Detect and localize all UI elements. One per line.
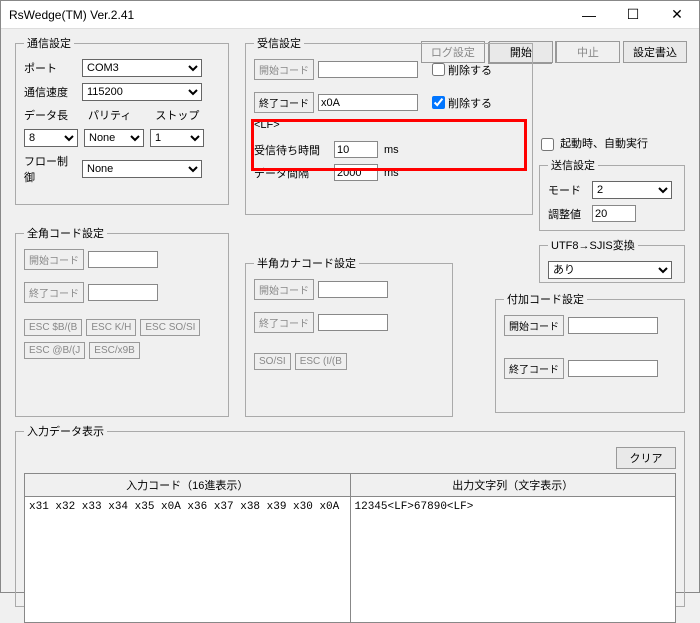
intv-label: データ間隔 [254, 165, 330, 181]
col1-header: 入力コード（16進表示） [25, 474, 350, 497]
add-legend: 付加コード設定 [504, 291, 587, 307]
han-group: 半角カナコード設定 開始コード 終了コード SO/SI ESC (I/(B [245, 255, 453, 417]
lf-text: <LF> [254, 119, 280, 131]
han-end-label: 終了コード [254, 312, 314, 333]
stop-label: ストップ [155, 107, 199, 123]
del-start-label: 削除する [448, 62, 492, 78]
add-start-label: 開始コード [504, 315, 564, 336]
add-end-input[interactable] [568, 360, 658, 377]
han-b1[interactable]: SO/SI [254, 353, 291, 370]
disp-group: 入力データ表示 クリア 入力コード（16進表示） x31 x32 x33 x34… [15, 423, 685, 607]
adj-label: 調整値 [548, 206, 588, 222]
parity-label: パリティ [88, 107, 131, 123]
zen-b1[interactable]: ESC $B/(B [24, 319, 82, 336]
stop-select[interactable]: 1 [150, 129, 204, 147]
write-settings-button[interactable]: 設定書込 [623, 41, 687, 63]
han-end-input[interactable] [318, 314, 388, 331]
zen-b4[interactable]: ESC @B/(J [24, 342, 85, 359]
intv-input[interactable] [334, 164, 378, 181]
zen-legend: 全角コード設定 [24, 225, 107, 241]
han-legend: 半角カナコード設定 [254, 255, 359, 271]
data-table: 入力コード（16進表示） x31 x32 x33 x34 x35 x0A x36… [24, 473, 676, 623]
utf-select[interactable]: あり [548, 261, 672, 279]
zen-start-label: 開始コード [24, 249, 84, 270]
utf-group: UTF8→SJIS変換 あり [539, 237, 685, 283]
han-start-input[interactable] [318, 281, 388, 298]
han-b2[interactable]: ESC (I/(B [295, 353, 347, 370]
col2-header: 出力文字列（文字表示） [351, 474, 676, 497]
baud-label: 通信速度 [24, 84, 78, 100]
endcode-input[interactable] [318, 94, 418, 111]
zen-start-input[interactable] [88, 251, 158, 268]
zen-group: 全角コード設定 開始コード 終了コード ESC $B/(B ESC K/H ES… [15, 225, 229, 417]
zen-b5[interactable]: ESC/x9B [89, 342, 140, 359]
clear-button[interactable]: クリア [616, 447, 676, 469]
recv-group: 受信設定 開始コード 削除する 終了コード 削除する <LF> 受信待ち時間 m… [245, 35, 533, 215]
flow-select[interactable]: None [82, 160, 202, 178]
add-group: 付加コード設定 開始コード 終了コード [495, 291, 685, 413]
zen-b2[interactable]: ESC K/H [86, 319, 136, 336]
window-title: RsWedge(TM) Ver.2.41 [9, 8, 567, 22]
port-label: ポート [24, 60, 78, 76]
startcode-label: 開始コード [254, 59, 314, 80]
port-select[interactable]: COM3 [82, 59, 202, 77]
baud-select[interactable]: 115200 [82, 83, 202, 101]
mode-label: モード [548, 182, 588, 198]
del-start-checkbox[interactable] [432, 63, 445, 76]
ms2: ms [384, 167, 399, 179]
send-group: 送信設定 モード 2 調整値 [539, 157, 685, 231]
close-button[interactable]: ✕ [655, 1, 699, 29]
startcode-input[interactable] [318, 61, 418, 78]
han-start-label: 開始コード [254, 279, 314, 300]
data-len-select[interactable]: 8 [24, 129, 78, 147]
maximize-button[interactable]: ☐ [611, 1, 655, 29]
utf-legend: UTF8→SJIS変換 [548, 237, 638, 253]
add-start-input[interactable] [568, 317, 658, 334]
zen-end-label: 終了コード [24, 282, 84, 303]
titlebar: RsWedge(TM) Ver.2.41 ― ☐ ✕ [1, 1, 699, 29]
recv-legend: 受信設定 [254, 35, 304, 51]
send-legend: 送信設定 [548, 157, 598, 173]
stop-button[interactable]: 中止 [556, 41, 620, 63]
autostart-checkbox[interactable] [541, 138, 554, 151]
minimize-button[interactable]: ― [567, 1, 611, 29]
adj-input[interactable] [592, 205, 636, 222]
add-end-label: 終了コード [504, 358, 564, 379]
wait-input[interactable] [334, 141, 378, 158]
ms1: ms [384, 144, 399, 156]
comm-legend: 通信設定 [24, 35, 74, 51]
data-len-label: データ長 [24, 107, 68, 123]
del-end-checkbox[interactable] [432, 96, 445, 109]
mode-select[interactable]: 2 [592, 181, 672, 199]
del-end-label: 削除する [448, 95, 492, 111]
zen-b3[interactable]: ESC SO/SI [140, 319, 200, 336]
zen-end-input[interactable] [88, 284, 158, 301]
parity-select[interactable]: None [84, 129, 144, 147]
col2-body[interactable]: 12345<LF>67890<LF> [351, 497, 676, 622]
disp-legend: 入力データ表示 [24, 423, 107, 439]
col1-body[interactable]: x31 x32 x33 x34 x35 x0A x36 x37 x38 x39 … [25, 497, 350, 622]
wait-label: 受信待ち時間 [254, 142, 330, 158]
comm-group: 通信設定 ポート COM3 通信速度 115200 データ長 パリティ ストップ… [15, 35, 229, 205]
autostart-label: 起動時、自動実行 [560, 135, 648, 151]
endcode-label: 終了コード [254, 92, 314, 113]
flow-label: フロー制御 [24, 153, 78, 185]
